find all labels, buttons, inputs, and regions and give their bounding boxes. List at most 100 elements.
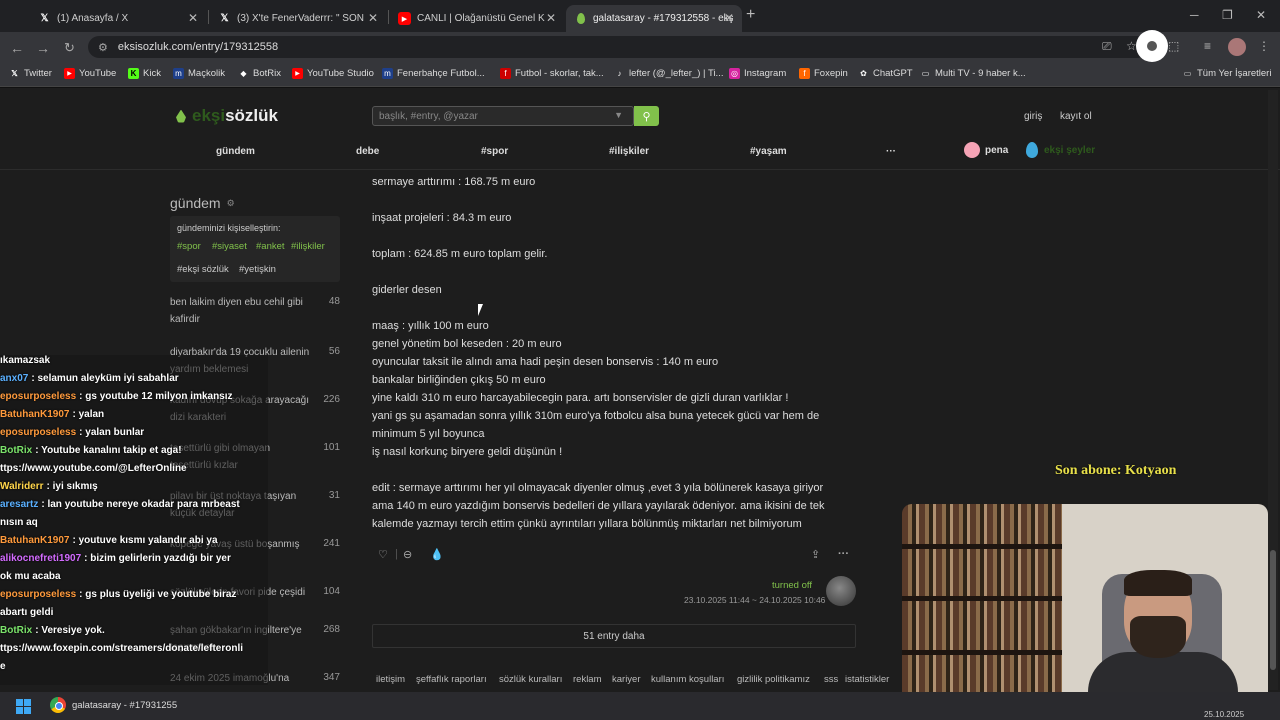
bookmark-youtube[interactable]: ▶ YouTube (64, 68, 116, 79)
chat-text: : youtuve kısmı yalandır abi ya (72, 535, 218, 546)
nav-more[interactable]: ··· (886, 146, 896, 157)
taskbar-chrome-app[interactable]: galatasaray - #17931255 (50, 697, 177, 713)
mackolik-icon: m (382, 68, 393, 79)
bookmark-chatgpt[interactable]: ✿ ChatGPT (858, 68, 912, 79)
drop-vote-icon[interactable]: 💧 (430, 548, 444, 561)
chat-message: ttps://www.youtube.com/@LefterOnline (0, 463, 187, 474)
bookmark-twitter[interactable]: 𝕏 Twitter (9, 68, 52, 79)
all-bookmarks[interactable]: ▭ Tüm Yer İşaretleri (1182, 68, 1272, 79)
chat-text: : Youtube kanalını takip et aga! (35, 445, 182, 456)
close-tab-icon[interactable]: ✕ (724, 11, 734, 25)
bookmark-tiktok[interactable]: ♪ lefter (@_lefter_) | Ti... (614, 68, 724, 79)
eksi-seyler-link[interactable]: ekşi şeyler (1026, 142, 1095, 158)
entry-line: yine kaldı 310 m euro harcayabilecegin p… (372, 392, 789, 404)
site-settings-icon[interactable]: ⚙ (98, 41, 108, 54)
bookmark-kick[interactable]: K Kick (128, 68, 161, 79)
footer-link[interactable]: kariyer (612, 674, 641, 685)
windows-start-icon[interactable] (16, 699, 31, 714)
mouse-cursor (478, 304, 488, 316)
tab-x-home[interactable]: 𝕏 (1) Anasayfa / X ✕ (30, 5, 206, 32)
chat-text: : selamun aleyküm iyi sabahlar (31, 373, 179, 384)
more-options-icon[interactable]: ··· (838, 548, 849, 560)
nav-spor[interactable]: #spor (481, 146, 508, 157)
profile-avatar[interactable] (1228, 38, 1246, 56)
footer-link[interactable]: kullanım koşulları (651, 674, 724, 685)
footer-link[interactable]: istatistikler (845, 674, 889, 685)
reload-icon[interactable]: ↻ (64, 40, 75, 56)
new-tab-button[interactable]: + (746, 6, 755, 24)
bookmark-mackolik[interactable]: m Maçkolik (173, 68, 225, 79)
chat-text: ok mu acaba (0, 571, 61, 582)
sidebar-item-count: 241 (323, 538, 340, 549)
tab-bar: 𝕏 (1) Anasayfa / X ✕ 𝕏 (3) X'te FenerVad… (0, 0, 1280, 32)
search-button[interactable]: ⚲ (634, 106, 659, 126)
share-icon[interactable]: ⇪ (811, 548, 820, 561)
eksi-drop-icon (176, 109, 186, 123)
media-icon[interactable]: ≡ (1204, 39, 1211, 53)
footer-link[interactable]: reklam (573, 674, 602, 685)
footer-link[interactable]: sözlük kuralları (499, 674, 562, 685)
chat-text: : yalan bunlar (79, 427, 145, 438)
instagram-icon: ◎ (729, 68, 740, 79)
forward-icon[interactable]: → (36, 40, 50, 56)
nav-gundem[interactable]: gündem (216, 146, 255, 157)
site-logo[interactable]: ekşi sözlük (176, 106, 278, 126)
bookmark-instagram[interactable]: ◎ Instagram (729, 68, 786, 79)
address-bar[interactable]: ⚙ eksisozluk.com/entry/179312558 (88, 36, 1148, 58)
tag-anket[interactable]: #anket (256, 241, 285, 252)
nav-yasam[interactable]: #yaşam (750, 146, 787, 157)
dislike-icon[interactable]: ⊖ (403, 548, 412, 561)
bookmark-foxepin[interactable]: f Foxepin (799, 68, 848, 79)
more-entries-button[interactable]: 51 entry daha (372, 624, 856, 648)
tag-eksi-sozluk[interactable]: #ekşi sözlük (177, 264, 229, 275)
search-input[interactable]: başlık, #entry, @yazar ▼ (372, 106, 634, 126)
bookmark-youtube-studio[interactable]: ▶ YouTube Studio (292, 68, 374, 79)
tag-siyaset[interactable]: #siyaset (212, 241, 247, 252)
pena-link[interactable]: pena (964, 142, 1008, 158)
footer-link[interactable]: şeffaflık raporları (416, 674, 487, 685)
nav-iliskiler[interactable]: #ilişkiler (609, 146, 649, 157)
entry-author[interactable]: turned off (772, 580, 812, 591)
bookmark-fenerbahce[interactable]: m Fenerbahçe Futbol... (382, 68, 485, 79)
close-tab-icon[interactable]: ✕ (546, 11, 556, 25)
sidebar-item-count: 347 (323, 672, 340, 683)
bookmark-multitv[interactable]: ▭ Multi TV - 9 haber k... (920, 68, 1026, 79)
sidebar-title[interactable]: gündem ⚙ (170, 195, 235, 211)
chat-message: nısın aq (0, 517, 38, 528)
bookmark-futbol[interactable]: f Futbol - skorlar, tak... (500, 68, 604, 79)
chat-text: : Veresiye yok. (35, 625, 105, 636)
dropdown-caret-icon[interactable]: ▼ (614, 110, 623, 120)
footer-link[interactable]: iletişim (376, 674, 405, 685)
login-link[interactable]: giriş (1024, 111, 1042, 122)
restore-icon[interactable]: ❐ (1222, 8, 1233, 22)
install-icon[interactable]: ⎚ (1102, 39, 1112, 54)
chat-message: Walriderr: iyi sıkmış (0, 481, 98, 492)
close-tab-icon[interactable]: ✕ (188, 11, 198, 25)
tag-spor[interactable]: #spor (177, 241, 201, 252)
close-tab-icon[interactable]: ✕ (368, 11, 378, 25)
tag-yetiskin[interactable]: #yetişkin (239, 264, 276, 275)
footer-link[interactable]: sss (824, 674, 838, 685)
scrollbar-thumb[interactable] (1270, 550, 1276, 670)
back-icon[interactable]: ← (10, 40, 24, 56)
sidebar-item[interactable]: ben laikim diyen ebu cehil gibi kafirdir (170, 294, 310, 328)
bookmark-botrix[interactable]: ◆ BotRix (238, 68, 281, 79)
entry-line: minimum 5 yıl boyunca (372, 428, 485, 440)
gear-icon[interactable]: ⚙ (227, 198, 235, 209)
menu-icon[interactable]: ⋮ (1258, 39, 1270, 53)
register-link[interactable]: kayıt ol (1060, 111, 1092, 122)
close-window-icon[interactable]: ✕ (1256, 8, 1266, 22)
chat-username: eposurposeless (0, 589, 77, 600)
author-avatar[interactable] (826, 576, 856, 606)
minimize-icon[interactable]: ─ (1190, 8, 1199, 22)
entry-date[interactable]: 23.10.2025 11:44 ~ 24.10.2025 10:46 (684, 595, 825, 605)
footer-link[interactable]: gizlilik politikamız (737, 674, 810, 685)
tab-youtube-live[interactable]: ▶ CANLI | Olağanüstü Genel K ✕ (390, 5, 564, 32)
favorite-icon[interactable]: ♡ (378, 548, 388, 561)
nav-debe[interactable]: debe (356, 146, 379, 157)
record-circle-icon[interactable] (1136, 30, 1168, 62)
tag-iliskiler[interactable]: #ilişkiler (291, 241, 325, 252)
tab-eksi-active[interactable]: galatasaray - #179312558 - ekş ✕ (566, 5, 742, 32)
tab-x-fenervader[interactable]: 𝕏 (3) X'te FenerVaderrr: " SON ✕ (210, 5, 386, 32)
extensions-icon[interactable]: ⬚ (1168, 39, 1179, 53)
